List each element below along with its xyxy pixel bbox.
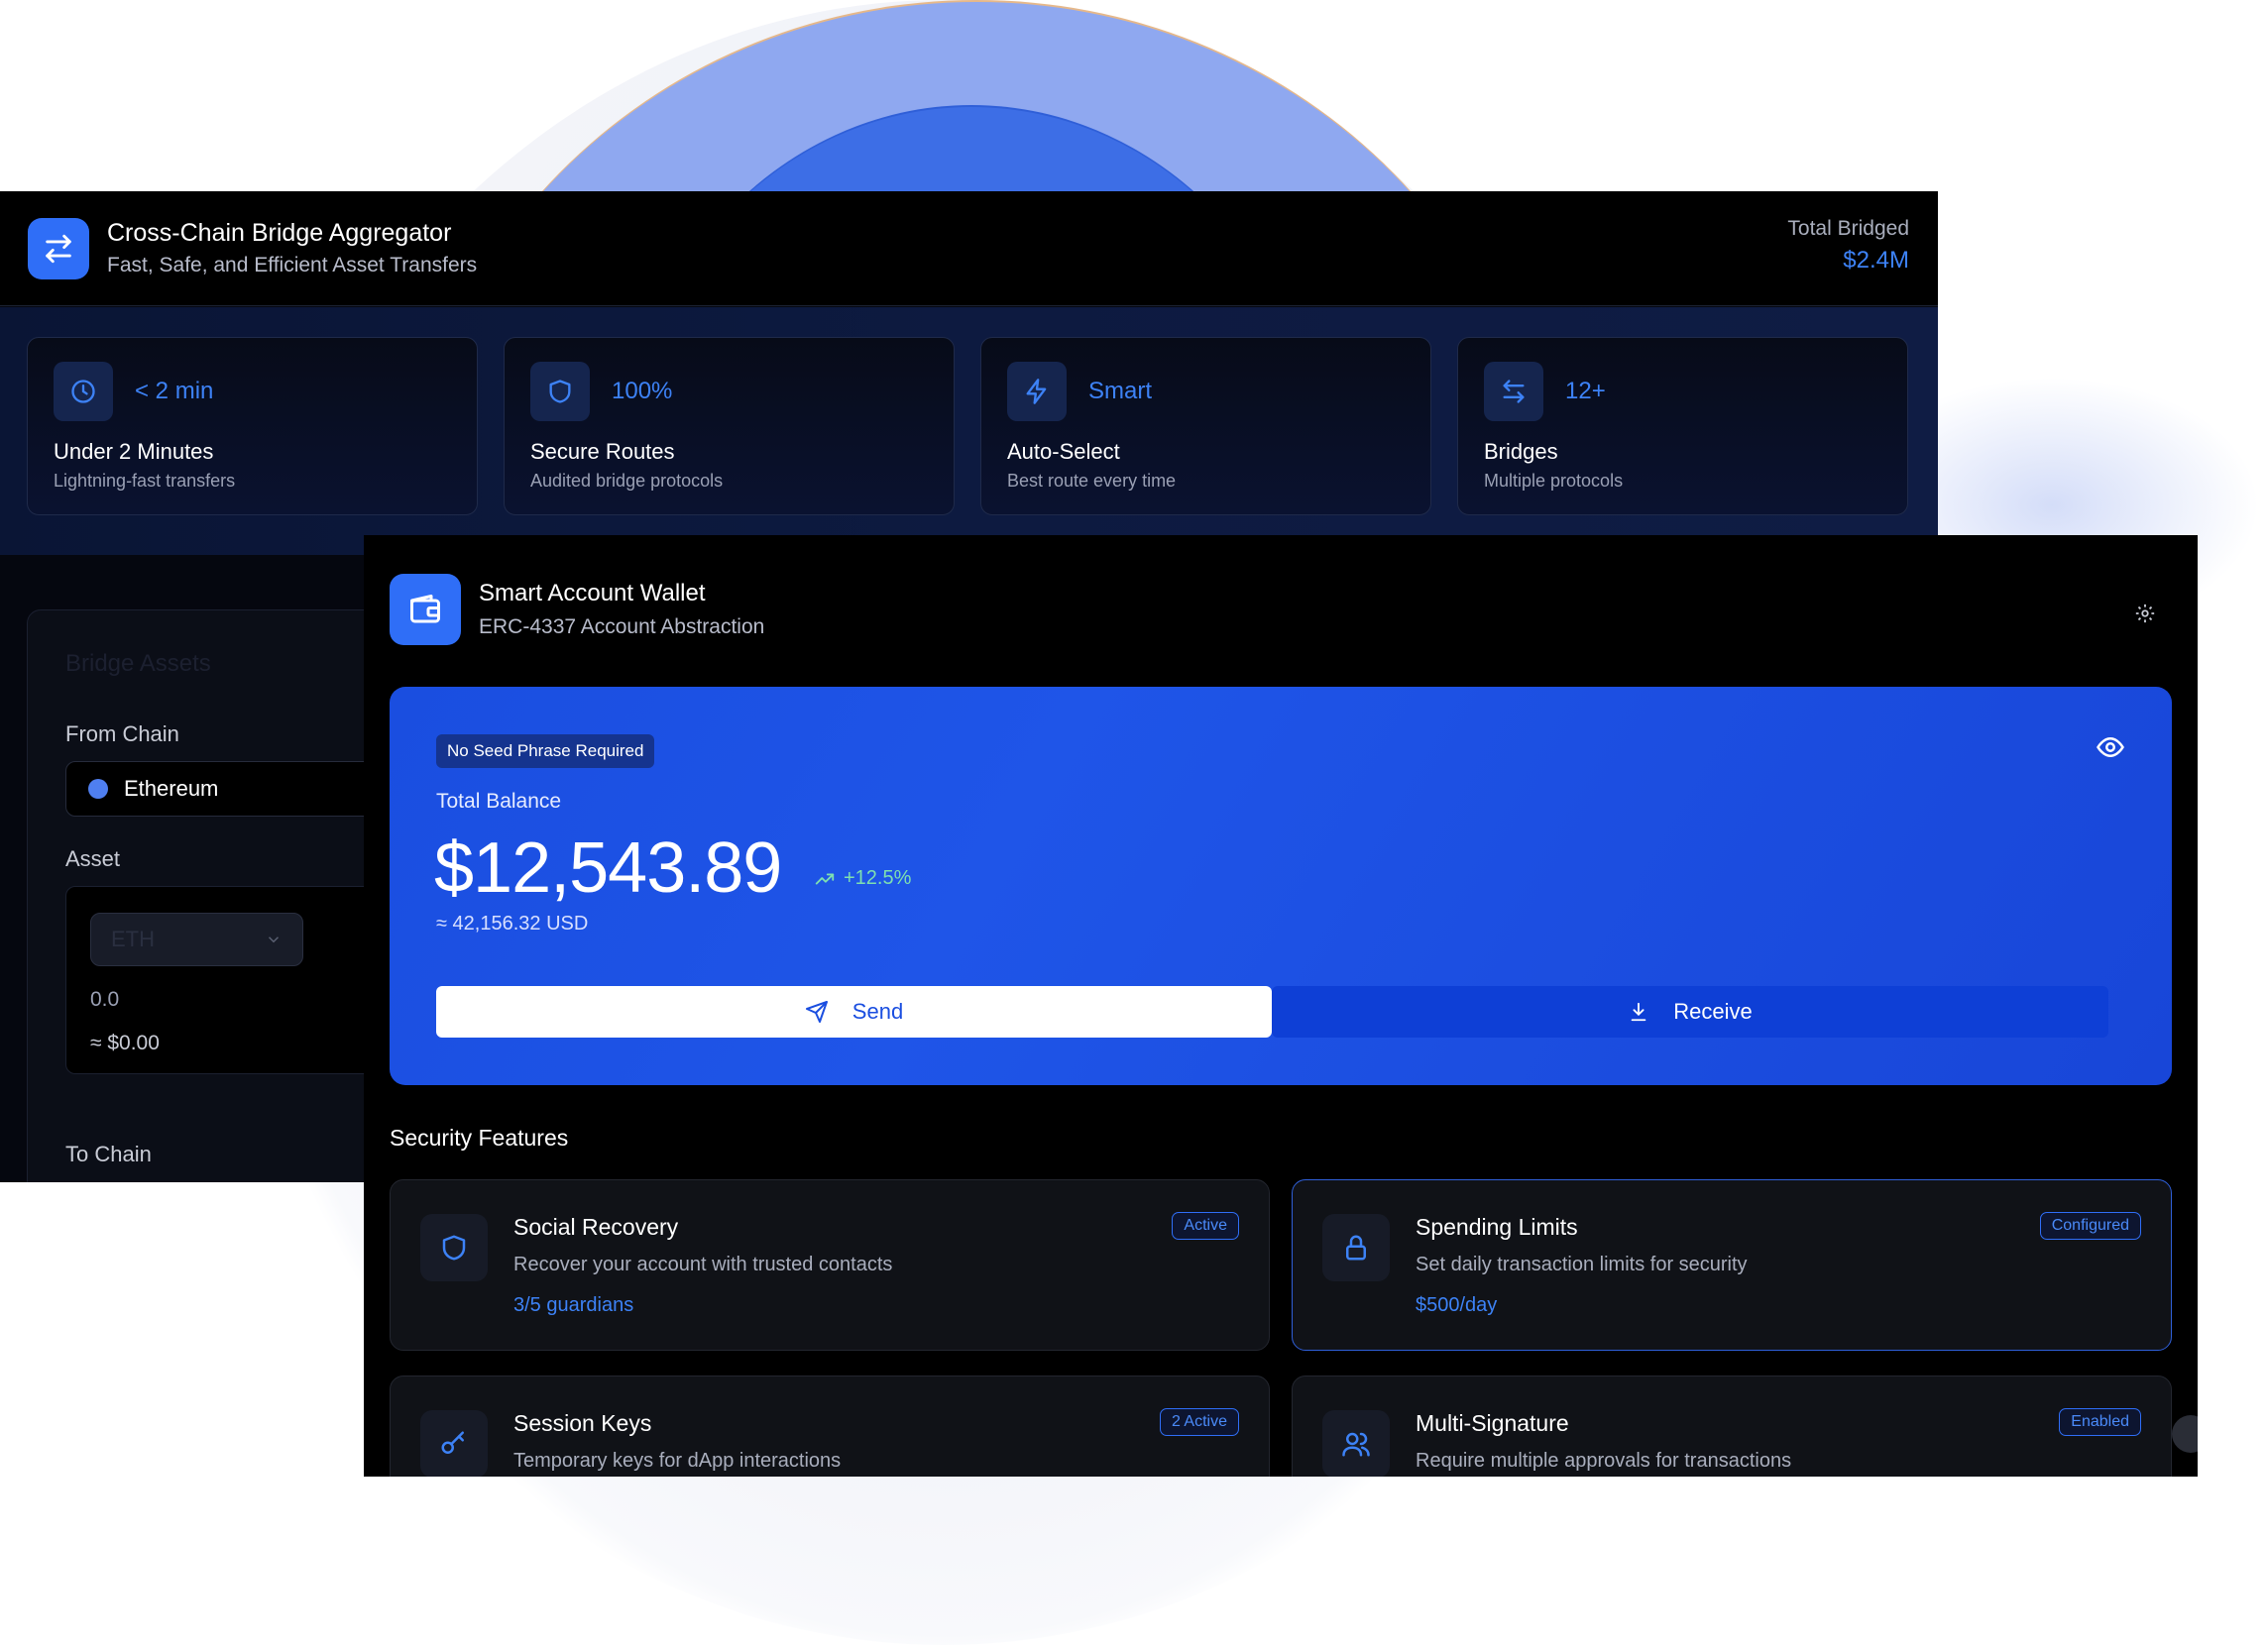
ethereum-dot-icon bbox=[88, 779, 108, 799]
wallet-subtitle: ERC-4337 Account Abstraction bbox=[479, 615, 765, 638]
feature-title: Spending Limits bbox=[1416, 1214, 1578, 1240]
from-chain-value: Ethereum bbox=[124, 776, 219, 801]
balance-change-value: +12.5% bbox=[844, 867, 912, 889]
bridge-header: Cross-Chain Bridge Aggregator Fast, Safe… bbox=[0, 191, 1938, 306]
stat-card-routing: Smart Auto-Select Best route every time bbox=[980, 337, 1431, 515]
total-bridged-label: Total Bridged bbox=[1787, 217, 1909, 240]
balance-label: Total Balance bbox=[436, 790, 562, 813]
stage: Cross-Chain Bridge Aggregator Fast, Safe… bbox=[0, 0, 2268, 1651]
clock-icon bbox=[54, 362, 113, 421]
feature-title: Multi-Signature bbox=[1416, 1410, 1569, 1436]
stat-subtitle: Audited bridge protocols bbox=[530, 471, 724, 491]
stat-value: 12+ bbox=[1565, 378, 1606, 404]
feature-value: 3/5 guardians bbox=[513, 1294, 634, 1316]
stat-subtitle: Best route every time bbox=[1007, 471, 1177, 491]
feature-description: Set daily transaction limits for securit… bbox=[1416, 1254, 1748, 1275]
stat-title: Auto-Select bbox=[1007, 439, 1120, 464]
feature-multi-signature[interactable]: Multi-Signature Require multiple approva… bbox=[1292, 1376, 2172, 1477]
wallet-icon bbox=[390, 574, 461, 645]
stats-band: < 2 min Under 2 Minutes Lightning-fast t… bbox=[0, 307, 1938, 555]
balance-usd: ≈ 42,156.32 USD bbox=[436, 913, 589, 935]
wallet-title: Smart Account Wallet bbox=[479, 580, 706, 606]
feature-social-recovery[interactable]: Social Recovery Recover your account wit… bbox=[390, 1179, 1270, 1351]
balance-change: +12.5% bbox=[814, 867, 911, 890]
stat-card-speed: < 2 min Under 2 Minutes Lightning-fast t… bbox=[27, 337, 478, 515]
wallet-window: Smart Account Wallet ERC-4337 Account Ab… bbox=[364, 535, 2198, 1477]
status-badge: Enabled bbox=[2059, 1408, 2141, 1436]
lock-icon bbox=[1322, 1214, 1390, 1281]
download-icon bbox=[1631, 1002, 1646, 1022]
feature-value: $500/day bbox=[1416, 1294, 1498, 1316]
asset-select-value: ETH bbox=[111, 927, 155, 951]
feature-title: Social Recovery bbox=[513, 1214, 679, 1240]
arrows-swap-icon bbox=[1484, 362, 1543, 421]
bridge-subtitle: Fast, Safe, and Efficient Asset Transfer… bbox=[107, 254, 478, 276]
wallet-header: Smart Account Wallet ERC-4337 Account Ab… bbox=[364, 535, 2198, 684]
receive-button[interactable]: Receive bbox=[1272, 986, 2108, 1038]
shield-icon bbox=[420, 1214, 488, 1281]
stat-title: Secure Routes bbox=[530, 439, 675, 464]
bridge-logo-icon bbox=[28, 217, 89, 279]
status-badge: Configured bbox=[2039, 1212, 2141, 1240]
no-seed-badge: No Seed Phrase Required bbox=[436, 734, 655, 768]
stat-value: Smart bbox=[1088, 378, 1153, 404]
send-icon bbox=[805, 1001, 828, 1023]
feature-description: Temporary keys for dApp interactions bbox=[513, 1450, 842, 1472]
trend-up-icon bbox=[815, 873, 835, 884]
stat-subtitle: Lightning-fast transfers bbox=[54, 471, 236, 491]
gear-icon[interactable] bbox=[2134, 603, 2156, 629]
shield-icon bbox=[530, 362, 590, 421]
security-features-title: Security Features bbox=[390, 1125, 569, 1151]
balance-card: No Seed Phrase Required Total Balance $1… bbox=[390, 687, 2172, 1085]
stat-card-security: 100% Secure Routes Audited bridge protoc… bbox=[504, 337, 955, 515]
chevron-down-icon bbox=[268, 936, 280, 943]
feature-description: Require multiple approvals for transacti… bbox=[1416, 1450, 1792, 1472]
status-badge: 2 Active bbox=[1159, 1408, 1239, 1436]
scroll-to-top-button[interactable] bbox=[2172, 1415, 2198, 1453]
bridge-title: Cross-Chain Bridge Aggregator bbox=[107, 219, 452, 247]
eye-icon[interactable] bbox=[2096, 732, 2125, 767]
feature-spending-limits[interactable]: Spending Limits Set daily transaction li… bbox=[1292, 1179, 2172, 1351]
stat-title: Bridges bbox=[1484, 439, 1558, 464]
send-button[interactable]: Send bbox=[436, 986, 1272, 1038]
send-label: Send bbox=[851, 999, 904, 1024]
balance-amount: $12,543.89 bbox=[434, 828, 782, 908]
stat-value: 100% bbox=[612, 378, 673, 404]
lightning-icon bbox=[1007, 362, 1067, 421]
feature-description: Recover your account with trusted contac… bbox=[513, 1254, 893, 1275]
asset-select[interactable]: ETH bbox=[90, 913, 303, 966]
users-icon bbox=[1322, 1410, 1390, 1477]
feature-title: Session Keys bbox=[513, 1410, 652, 1436]
stat-value: < 2 min bbox=[135, 378, 214, 404]
stat-title: Under 2 Minutes bbox=[54, 439, 214, 464]
feature-session-keys[interactable]: Session Keys Temporary keys for dApp int… bbox=[390, 1376, 1270, 1477]
stat-subtitle: Multiple protocols bbox=[1484, 471, 1624, 491]
status-badge: Active bbox=[1172, 1212, 1239, 1240]
stat-card-bridges: 12+ Bridges Multiple protocols bbox=[1457, 337, 1908, 515]
receive-label: Receive bbox=[1673, 999, 1753, 1024]
total-bridged-value: $2.4M bbox=[1843, 247, 1909, 274]
key-icon bbox=[420, 1410, 488, 1477]
